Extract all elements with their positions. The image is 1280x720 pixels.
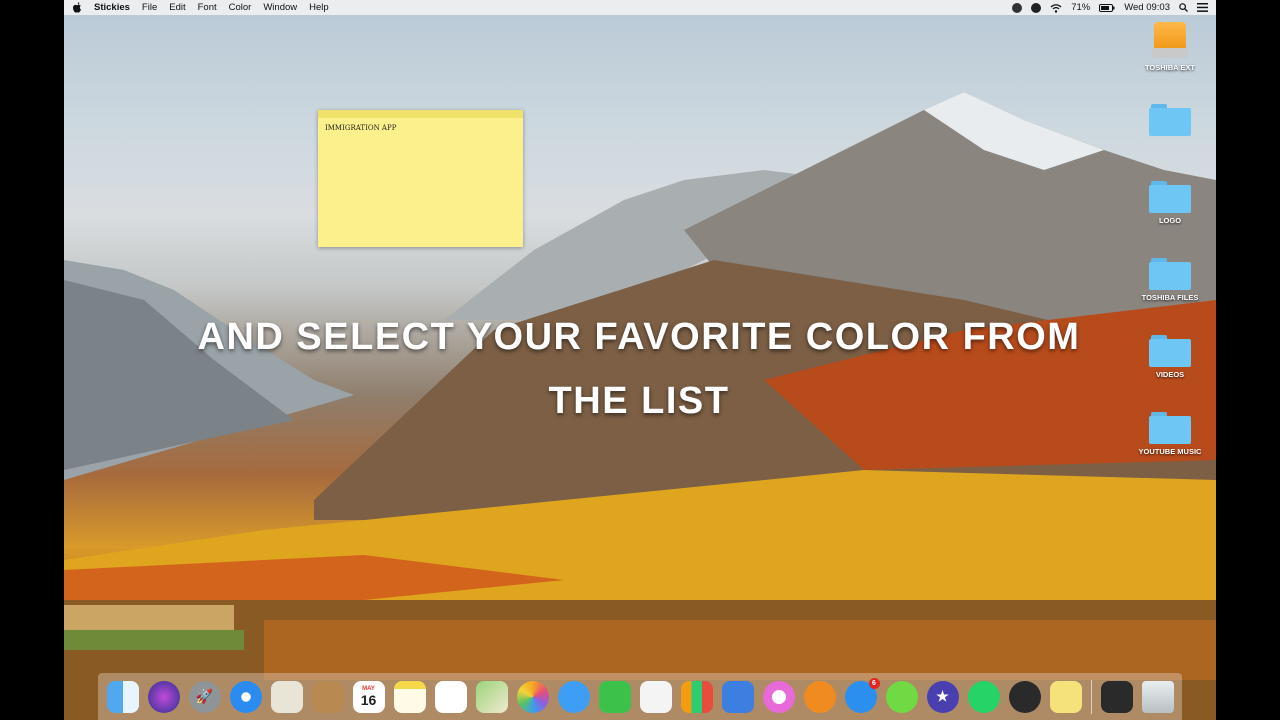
notification-center-icon[interactable]: [1197, 3, 1208, 12]
search-icon[interactable]: [1179, 3, 1188, 12]
siri-icon[interactable]: [147, 680, 180, 713]
notes-icon[interactable]: [393, 680, 426, 713]
imovie-icon[interactable]: ★: [926, 680, 959, 713]
desktop-icon-logo[interactable]: LOGO: [1130, 181, 1210, 225]
desktop-icon-toshiba-files[interactable]: TOSHIBA FILES: [1130, 258, 1210, 302]
stickies-icon[interactable]: [1049, 680, 1082, 713]
downloads-stack-icon[interactable]: [1100, 680, 1133, 713]
numbers-icon[interactable]: [680, 680, 713, 713]
folder-icon: [1149, 412, 1191, 444]
desktop-icon-label: VIDEOS: [1155, 370, 1185, 379]
drive-icon: [1152, 22, 1188, 60]
record-icon[interactable]: [1012, 2, 1023, 13]
menu-window[interactable]: Window: [263, 2, 297, 13]
status-area: 71% Wed 09:03: [1012, 2, 1208, 13]
sticky-text[interactable]: IMMIGRATION APP: [318, 118, 523, 138]
battery-percentage[interactable]: 71%: [1071, 2, 1090, 13]
sticky-note[interactable]: IMMIGRATION APP: [318, 110, 523, 247]
desktop: Stickies File Edit Font Color Window Hel…: [64, 0, 1216, 720]
menu-color[interactable]: Color: [229, 2, 252, 13]
contacts-icon[interactable]: [311, 680, 344, 713]
menu-bar: Stickies File Edit Font Color Window Hel…: [64, 0, 1216, 15]
sticky-title-bar[interactable]: [318, 110, 523, 118]
folder-icon: [1149, 335, 1191, 367]
trash-icon[interactable]: [1141, 680, 1174, 713]
menu-edit[interactable]: Edit: [169, 2, 185, 13]
desktop-icon-label: LOGO: [1158, 216, 1182, 225]
folder-icon: [1149, 258, 1191, 290]
clock[interactable]: Wed 09:03: [1124, 2, 1170, 13]
desktop-icon-youtube-music[interactable]: YOUTUBE MUSIC: [1130, 412, 1210, 456]
desktop-icon-videos[interactable]: VIDEOS: [1130, 335, 1210, 379]
desktop-icon-toshiba-ext[interactable]: TOSHIBA EXT: [1130, 22, 1210, 72]
messages-icon[interactable]: [557, 680, 590, 713]
mail-icon[interactable]: [270, 680, 303, 713]
calendar-day: 16: [360, 691, 377, 708]
reminders-icon[interactable]: [434, 680, 467, 713]
whatsapp-icon[interactable]: [967, 680, 1000, 713]
desktop-icon-folder[interactable]: [1130, 104, 1210, 139]
menu-app-name[interactable]: Stickies: [94, 2, 130, 13]
ibooks-icon[interactable]: [803, 680, 836, 713]
app-store-icon[interactable]: 6: [844, 677, 880, 713]
keynote-icon[interactable]: [721, 680, 754, 713]
apple-icon[interactable]: [72, 2, 82, 13]
app-store-badge: 6: [868, 677, 880, 689]
dock: 🚀 MAY 16 6 ★: [98, 673, 1182, 720]
wifi-icon[interactable]: [1050, 3, 1062, 13]
upwork-icon[interactable]: [1031, 2, 1042, 13]
caption-line-2: THE LIST: [548, 380, 730, 422]
desktop-icon-label: TOSHIBA FILES: [1141, 293, 1199, 302]
safari-icon[interactable]: [229, 680, 262, 713]
folder-icon: [1149, 181, 1191, 213]
pages-icon[interactable]: [639, 680, 672, 713]
video-caption: AND SELECT YOUR FAVORITE COLOR FROM THE …: [154, 305, 1124, 433]
itunes-icon[interactable]: [762, 680, 795, 713]
finder-icon[interactable]: [106, 680, 139, 713]
menu-help[interactable]: Help: [309, 2, 329, 13]
menu-font[interactable]: Font: [198, 2, 217, 13]
quicktime-icon[interactable]: [1008, 680, 1041, 713]
launchpad-icon[interactable]: 🚀: [188, 680, 221, 713]
battery-icon[interactable]: [1099, 3, 1115, 12]
menu-file[interactable]: File: [142, 2, 157, 13]
folder-icon: [1149, 104, 1191, 136]
desktop-icon-label: TOSHIBA EXT: [1144, 63, 1195, 72]
dock-separator: [1090, 679, 1092, 714]
facetime-icon[interactable]: [598, 680, 631, 713]
photos-icon[interactable]: [516, 680, 549, 713]
desktop-icon-label: YOUTUBE MUSIC: [1138, 447, 1202, 456]
upwork-icon[interactable]: [885, 680, 918, 713]
maps-icon[interactable]: [475, 680, 508, 713]
caption-line-1: AND SELECT YOUR FAVORITE COLOR FROM: [197, 316, 1081, 358]
calendar-icon[interactable]: MAY 16: [352, 680, 385, 713]
